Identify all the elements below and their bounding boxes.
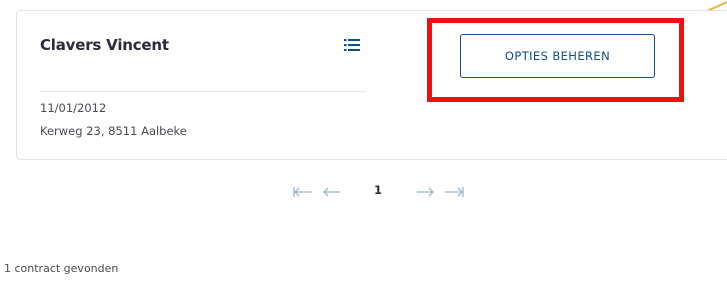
address: Kerweg 23, 8511 Aalbeke	[40, 124, 187, 138]
client-name[interactable]: Clavers Vincent	[40, 36, 169, 54]
page: Clavers Vincent 11/01/2012 Kerweg 23, 85…	[0, 0, 727, 285]
last-page-icon[interactable]	[443, 183, 465, 201]
manage-options-button[interactable]: OPTIES BEHEREN	[460, 34, 655, 78]
card-divider	[40, 91, 366, 92]
result-count: 1 contract gevonden	[4, 262, 119, 275]
next-page-icon[interactable]	[415, 183, 435, 201]
pagination: 1	[292, 183, 492, 203]
birth-date: 11/01/2012	[40, 101, 107, 115]
previous-page-icon[interactable]	[322, 183, 342, 201]
first-page-icon[interactable]	[292, 183, 314, 201]
current-page-number[interactable]: 1	[374, 183, 382, 197]
list-icon[interactable]	[344, 39, 360, 51]
